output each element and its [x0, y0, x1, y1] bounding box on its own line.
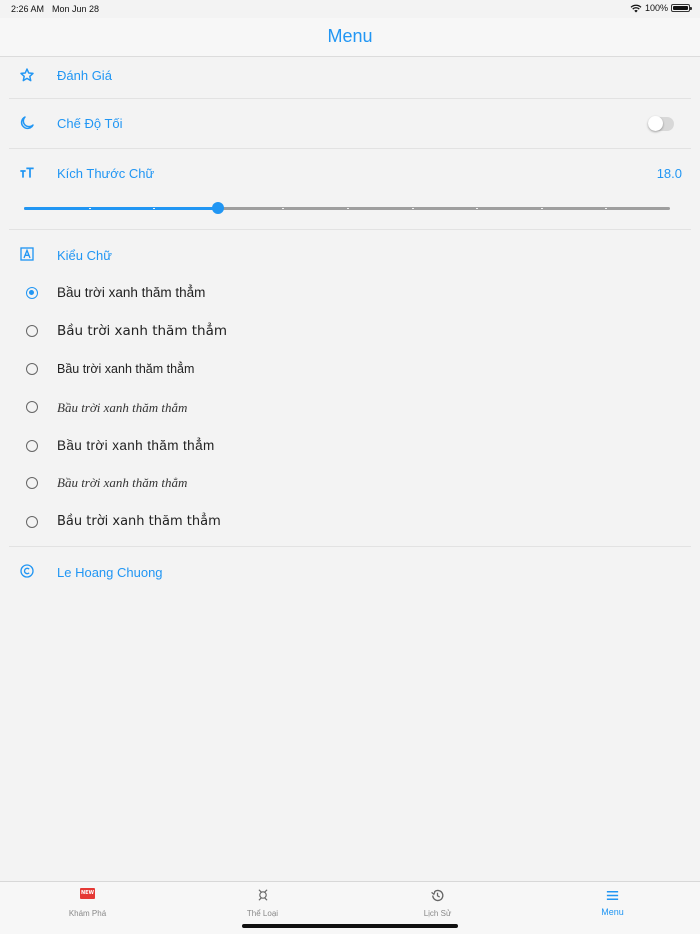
font-radio[interactable]	[26, 401, 38, 413]
slider-tick	[282, 208, 285, 209]
battery-icon	[671, 4, 692, 12]
status-bar: 2:26 AM Mon Jun 28 100%	[0, 0, 700, 18]
menu-item-rating[interactable]: Đánh Giá	[0, 56, 700, 99]
genre-icon	[175, 888, 350, 902]
slider-tick	[540, 208, 543, 209]
dark-mode-toggle[interactable]	[648, 116, 674, 131]
font-option[interactable]: Bầu trời xanh thăm thẳm	[0, 432, 700, 460]
tab-kham-pha[interactable]: NEW Khám Phá	[0, 882, 175, 926]
tab-the-loai[interactable]: Thể Loại	[175, 882, 350, 926]
status-time: 2:26 AM	[11, 4, 45, 14]
history-icon	[350, 888, 525, 903]
font-option-label: Bầu trời xanh thăm thẳm	[57, 362, 195, 376]
font-option-label: Bầu trời xanh thăm thẳm	[57, 514, 221, 529]
font-option-label: Bầu trời xanh thăm thẳm	[57, 285, 206, 300]
font-option[interactable]: Bầu trời xanh thăm thẳm	[0, 508, 700, 536]
font-style-icon	[18, 245, 36, 263]
new-badge: NEW	[80, 888, 95, 899]
slider-tick	[605, 208, 608, 209]
moon-icon	[18, 114, 36, 132]
font-option[interactable]: Bầu trời xanh thăm thẳm	[0, 393, 700, 421]
author-label: Le Hoang Chuong	[57, 565, 163, 580]
menu-item-font-size: Kích Thước Chữ 18.0	[0, 149, 700, 229]
font-option[interactable]: Bầu trời xanh thăm thẳm	[0, 317, 700, 345]
home-indicator	[242, 924, 458, 928]
slider-tick	[347, 208, 349, 209]
slider-fill	[24, 207, 218, 210]
font-option-label: Bầu trời xanh thăm thẳm	[57, 400, 188, 415]
battery-percent: 100%	[644, 3, 668, 13]
font-size-slider[interactable]	[24, 201, 670, 215]
menu-icon	[525, 888, 700, 903]
tab-label: Lịch Sử	[423, 909, 452, 918]
star-icon	[18, 66, 36, 84]
status-right: 100%	[630, 3, 692, 13]
page-title: Menu	[327, 26, 373, 46]
tab-label: Khám Phá	[68, 909, 107, 918]
font-option-label: Bầu trời xanh thăm thẳm	[57, 323, 228, 339]
slider-tick	[411, 208, 414, 209]
font-option[interactable]: Bầu trời xanh thăm thẳm	[0, 355, 700, 383]
new-badge-icon: NEW	[0, 888, 175, 899]
slider-thumb[interactable]	[211, 202, 224, 214]
slider-tick	[476, 208, 479, 209]
font-radio[interactable]	[26, 363, 38, 375]
copyright-icon	[18, 562, 36, 580]
font-radio[interactable]	[26, 477, 38, 489]
tab-menu[interactable]: Menu	[525, 882, 700, 926]
font-radio[interactable]	[26, 440, 38, 452]
rating-label: Đánh Giá	[57, 68, 112, 83]
font-option-label: Bầu trời xanh thăm thẳm	[57, 475, 188, 490]
font-radio-selected[interactable]	[26, 287, 38, 299]
slider-tick	[88, 208, 91, 209]
font-size-value: 18.0	[656, 166, 682, 181]
dark-mode-label: Chế Độ Tối	[57, 116, 123, 131]
tab-lich-su[interactable]: Lịch Sử	[350, 882, 525, 926]
tab-label: Thể Loại	[246, 909, 279, 918]
menu-item-author[interactable]: Le Hoang Chuong	[0, 547, 700, 595]
font-radio[interactable]	[26, 325, 38, 337]
toggle-knob	[648, 116, 663, 131]
font-option-label: Bầu trời xanh thăm thẳm	[57, 438, 215, 453]
tab-label: Menu	[601, 907, 624, 917]
font-option[interactable]: Bầu trời xanh thăm thẳm	[0, 279, 700, 307]
text-size-icon	[18, 164, 36, 182]
font-option[interactable]: Bầu trời xanh thăm thẳm	[0, 469, 700, 497]
slider-tick	[153, 208, 156, 209]
font-style-label: Kiểu Chữ	[57, 248, 112, 263]
nav-header: Menu	[0, 18, 700, 57]
font-size-label: Kích Thước Chữ	[57, 166, 155, 181]
menu-item-dark-mode: Chế Độ Tối	[0, 99, 700, 148]
font-style-header: Kiểu Chữ	[0, 230, 700, 274]
status-date: Mon Jun 28	[52, 4, 100, 14]
font-radio[interactable]	[26, 516, 38, 528]
wifi-icon	[630, 4, 642, 12]
